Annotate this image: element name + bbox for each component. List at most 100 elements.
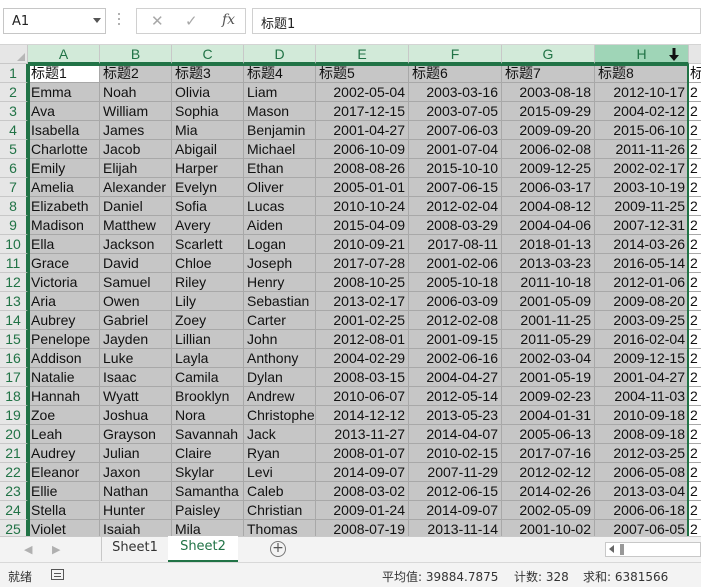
- table-cell[interactable]: 2011-05-29: [502, 330, 595, 349]
- table-cell[interactable]: 2: [689, 292, 701, 311]
- table-cell[interactable]: Riley: [172, 273, 244, 292]
- add-sheet-icon[interactable]: +: [270, 541, 286, 557]
- table-cell[interactable]: Audrey: [28, 444, 100, 463]
- table-cell[interactable]: 2001-02-06: [409, 254, 502, 273]
- table-cell[interactable]: Evelyn: [172, 178, 244, 197]
- table-cell[interactable]: 2: [689, 501, 701, 520]
- table-cell[interactable]: Mason: [244, 102, 316, 121]
- table-cell[interactable]: 2002-05-04: [316, 83, 409, 102]
- table-cell[interactable]: 2005-06-13: [502, 425, 595, 444]
- table-cell[interactable]: 2001-04-27: [595, 368, 689, 387]
- table-cell[interactable]: 2004-04-27: [409, 368, 502, 387]
- table-cell[interactable]: 2001-04-27: [316, 121, 409, 140]
- table-cell[interactable]: 2002-02-17: [595, 159, 689, 178]
- table-cell[interactable]: 2: [689, 463, 701, 482]
- table-cell[interactable]: 2: [689, 140, 701, 159]
- table-cell[interactable]: Lucas: [244, 197, 316, 216]
- table-cell[interactable]: 2007-06-03: [409, 121, 502, 140]
- table-cell[interactable]: Leah: [28, 425, 100, 444]
- table-cell[interactable]: Logan: [244, 235, 316, 254]
- table-cell[interactable]: James: [100, 121, 172, 140]
- table-cell[interactable]: 2014-12-12: [316, 406, 409, 425]
- table-cell[interactable]: 2: [689, 330, 701, 349]
- enter-icon[interactable]: ✓: [185, 12, 198, 30]
- table-cell[interactable]: 2012-02-04: [409, 197, 502, 216]
- table-cell[interactable]: Nathan: [100, 482, 172, 501]
- table-cell[interactable]: Jayden: [100, 330, 172, 349]
- table-cell[interactable]: 2006-10-09: [316, 140, 409, 159]
- table-cell[interactable]: 2003-03-16: [409, 83, 502, 102]
- header-cell[interactable]: 标题5: [316, 64, 409, 83]
- table-cell[interactable]: 2004-02-12: [595, 102, 689, 121]
- table-cell[interactable]: Christophe: [244, 406, 316, 425]
- table-cell[interactable]: Henry: [244, 273, 316, 292]
- table-cell[interactable]: 2008-01-07: [316, 444, 409, 463]
- table-cell[interactable]: 2015-04-09: [316, 216, 409, 235]
- table-cell[interactable]: 2004-08-12: [502, 197, 595, 216]
- header-cell[interactable]: 标题6: [409, 64, 502, 83]
- table-cell[interactable]: Zoe: [28, 406, 100, 425]
- column-header-a[interactable]: A: [28, 45, 100, 64]
- table-cell[interactable]: 2018-01-13: [502, 235, 595, 254]
- table-cell[interactable]: Grace: [28, 254, 100, 273]
- column-header-e[interactable]: E: [316, 45, 409, 64]
- table-cell[interactable]: 2008-10-25: [316, 273, 409, 292]
- table-cell[interactable]: 2: [689, 482, 701, 501]
- table-cell[interactable]: Harper: [172, 159, 244, 178]
- table-cell[interactable]: 2012-06-15: [409, 482, 502, 501]
- column-header-g[interactable]: G: [502, 45, 595, 64]
- header-cell[interactable]: 标题4: [244, 64, 316, 83]
- table-cell[interactable]: 2010-09-18: [595, 406, 689, 425]
- table-cell[interactable]: Chloe: [172, 254, 244, 273]
- row-header[interactable]: 14: [0, 311, 28, 330]
- column-header-c[interactable]: C: [172, 45, 244, 64]
- table-cell[interactable]: 2: [689, 311, 701, 330]
- table-cell[interactable]: Andrew: [244, 387, 316, 406]
- table-cell[interactable]: 2: [689, 121, 701, 140]
- table-cell[interactable]: Jack: [244, 425, 316, 444]
- table-cell[interactable]: Benjamin: [244, 121, 316, 140]
- table-cell[interactable]: Avery: [172, 216, 244, 235]
- table-cell[interactable]: 2: [689, 444, 701, 463]
- header-cell[interactable]: 标题3: [172, 64, 244, 83]
- table-cell[interactable]: Addison: [28, 349, 100, 368]
- table-cell[interactable]: Wyatt: [100, 387, 172, 406]
- table-cell[interactable]: Skylar: [172, 463, 244, 482]
- chevron-down-icon[interactable]: [93, 18, 101, 23]
- table-cell[interactable]: 2014-09-07: [316, 463, 409, 482]
- table-cell[interactable]: 2017-07-28: [316, 254, 409, 273]
- row-header[interactable]: 9: [0, 216, 28, 235]
- table-cell[interactable]: 2002-06-16: [409, 349, 502, 368]
- table-cell[interactable]: 2001-11-25: [502, 311, 595, 330]
- table-cell[interactable]: 2009-12-15: [595, 349, 689, 368]
- table-cell[interactable]: 2010-10-24: [316, 197, 409, 216]
- header-cell[interactable]: 标: [689, 64, 701, 83]
- table-cell[interactable]: Layla: [172, 349, 244, 368]
- tab-sheet1[interactable]: Sheet1: [101, 537, 169, 561]
- table-cell[interactable]: 2007-12-31: [595, 216, 689, 235]
- table-cell[interactable]: 2001-05-19: [502, 368, 595, 387]
- table-cell[interactable]: 2014-04-07: [409, 425, 502, 444]
- table-cell[interactable]: 2: [689, 425, 701, 444]
- table-cell[interactable]: Caleb: [244, 482, 316, 501]
- table-cell[interactable]: William: [100, 102, 172, 121]
- table-cell[interactable]: 2: [689, 216, 701, 235]
- table-cell[interactable]: 2003-10-19: [595, 178, 689, 197]
- header-cell[interactable]: 标题8: [595, 64, 689, 83]
- table-cell[interactable]: Lillian: [172, 330, 244, 349]
- table-cell[interactable]: 2017-08-11: [409, 235, 502, 254]
- table-cell[interactable]: Hunter: [100, 501, 172, 520]
- table-cell[interactable]: Natalie: [28, 368, 100, 387]
- table-cell[interactable]: Claire: [172, 444, 244, 463]
- table-cell[interactable]: Dylan: [244, 368, 316, 387]
- table-cell[interactable]: Ella: [28, 235, 100, 254]
- more-options-icon[interactable]: [118, 13, 121, 29]
- table-cell[interactable]: Brooklyn: [172, 387, 244, 406]
- column-header-b[interactable]: B: [100, 45, 172, 64]
- row-header[interactable]: 4: [0, 121, 28, 140]
- table-cell[interactable]: Elizabeth: [28, 197, 100, 216]
- table-cell[interactable]: Nora: [172, 406, 244, 425]
- select-all-button[interactable]: [0, 45, 28, 64]
- table-cell[interactable]: Gabriel: [100, 311, 172, 330]
- table-cell[interactable]: 2009-11-25: [595, 197, 689, 216]
